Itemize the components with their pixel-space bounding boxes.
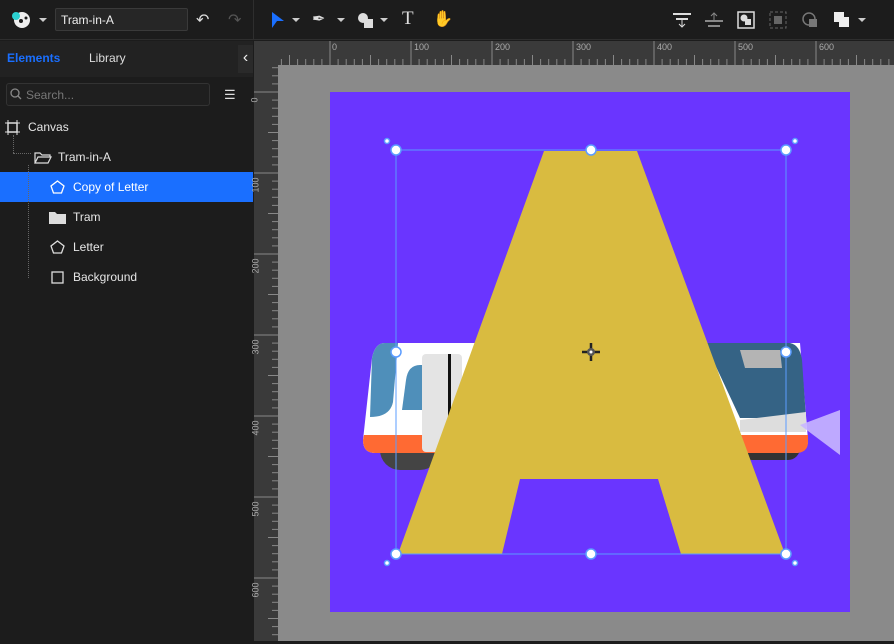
artboard[interactable] [0,0,894,641]
